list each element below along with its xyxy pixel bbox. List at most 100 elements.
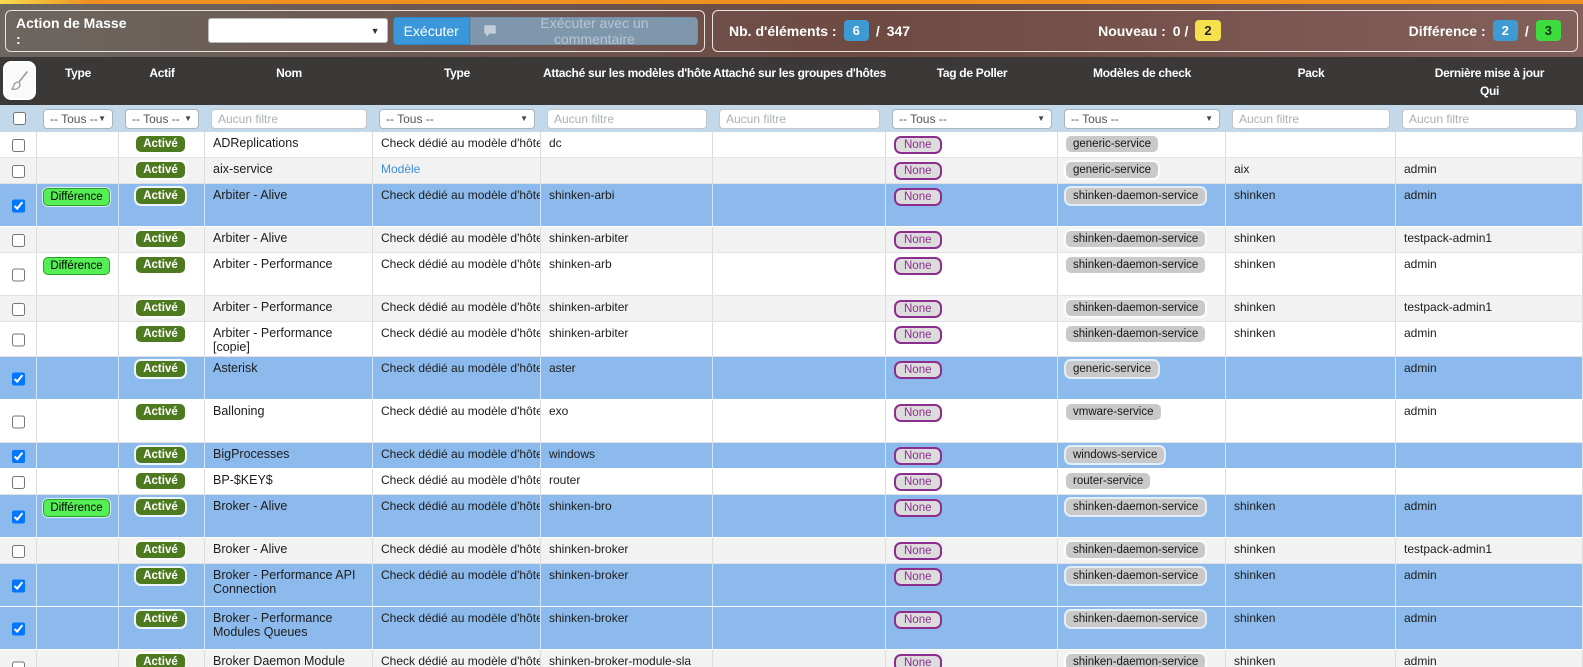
row-checkbox-cell [0,253,37,295]
qui: admin [1396,357,1583,399]
row-checkbox[interactable] [12,545,25,558]
row-checkbox[interactable] [12,450,25,463]
host-groups [713,469,886,494]
row-checkbox[interactable] [12,614,25,644]
filter-check-models-select[interactable]: -- Tous --▼ [1064,109,1220,129]
row-type-badge-cell: Différence [37,253,119,295]
check-model-badge: shinken-daemon-service [1066,326,1205,342]
row-type-badge-cell [37,132,119,157]
poller-tag-cell: None [886,443,1058,468]
filter-poller-tag-select[interactable]: -- Tous --▼ [892,109,1052,129]
check-model-badge: generic-service [1066,136,1158,152]
table-row[interactable]: Différence Activé Arbiter - Alive Check … [0,184,1583,227]
qui: admin [1396,650,1583,667]
row-checkbox[interactable] [12,571,25,601]
check-models-cell: generic-service [1058,158,1226,183]
comment-bubble-icon [483,24,497,38]
row-checkbox-cell [0,469,37,494]
filter-host-templates-input[interactable] [547,109,707,129]
row-checkbox[interactable] [12,139,25,152]
row-checkbox[interactable] [12,303,25,316]
table-row[interactable]: Activé Broker Daemon Module SLA Check dé… [0,650,1583,667]
poller-tag-badge: None [894,300,942,318]
service-name: Broker - Alive [205,538,373,563]
active-badge: Activé [136,231,185,247]
pack [1226,357,1396,399]
check-model-badge: router-service [1066,473,1150,489]
table-row[interactable]: Activé BP-$KEY$ Check dédié au modèle d'… [0,469,1583,495]
header-cell-actif: Actif [119,57,205,105]
row-checkbox[interactable] [12,407,25,437]
active-badge: Activé [136,300,185,316]
filter-type-badge-select[interactable]: -- Tous --▼ [43,109,113,129]
check-models-cell: shinken-daemon-service [1058,227,1226,252]
table-row[interactable]: Activé Broker - Performance API Connecti… [0,564,1583,607]
pack [1226,443,1396,468]
execute-button[interactable]: Exécuter [393,17,470,45]
poller-tag-cell: None [886,132,1058,157]
check-models-cell: shinken-daemon-service [1058,564,1226,606]
filter-nom-input[interactable] [211,109,367,129]
host-groups [713,158,886,183]
service-type: Check dédié au modèle d'hôte [373,322,541,356]
table-row[interactable]: Activé Broker - Alive Check dédié au mod… [0,538,1583,564]
check-model-badge: shinken-daemon-service [1066,300,1205,316]
mass-action-select[interactable]: ▼ [208,18,388,43]
check-model-badge: generic-service [1066,162,1158,178]
qui [1396,443,1583,468]
table-row[interactable]: Activé aix-service Modèle None generic-s… [0,158,1583,184]
active-badge: Activé [136,542,185,558]
filter-last-update-input[interactable] [1402,109,1577,129]
row-checkbox[interactable] [12,329,25,351]
chevron-down-icon: ▼ [184,114,192,123]
poller-tag-cell: None [886,650,1058,667]
qui: admin [1396,400,1583,442]
clear-selection-button[interactable] [3,61,36,100]
check-models-cell: shinken-daemon-service [1058,607,1226,649]
row-checkbox[interactable] [12,191,25,221]
filter-type-select[interactable]: -- Tous --▼ [379,109,535,129]
table-body: Activé ADReplications Check dédié au mod… [0,132,1583,667]
table-row[interactable]: Activé Arbiter - Performance Check dédié… [0,296,1583,322]
execute-with-comment-button[interactable]: Exécuter avec un commentaire [470,17,698,45]
row-checkbox[interactable] [12,234,25,247]
select-all-checkbox[interactable] [13,112,26,125]
filter-actif-select[interactable]: -- Tous --▼ [125,109,199,129]
row-checkbox[interactable] [12,657,25,667]
table-row[interactable]: Activé Arbiter - Alive Check dédié au mo… [0,227,1583,253]
table-row[interactable]: Différence Activé Broker - Alive Check d… [0,495,1583,538]
table-row[interactable]: Activé Broker - Performance Modules Queu… [0,607,1583,650]
qui: admin [1396,322,1583,356]
row-checkbox-cell [0,650,37,667]
table-row[interactable]: Activé BigProcesses Check dédié au modèl… [0,443,1583,469]
table-row[interactable]: Activé ADReplications Check dédié au mod… [0,132,1583,158]
table-row[interactable]: Différence Activé Arbiter - Performance … [0,253,1583,296]
check-model-badge: shinken-daemon-service [1066,654,1205,667]
table-row[interactable]: Activé Balloning Check dédié au modèle d… [0,400,1583,443]
row-type-badge-cell [37,296,119,321]
filter-pack-input[interactable] [1232,109,1390,129]
row-checkbox[interactable] [12,476,25,489]
poller-tag-cell: None [886,296,1058,321]
table-row[interactable]: Activé Asterisk Check dédié au modèle d'… [0,357,1583,400]
table-row[interactable]: Activé Arbiter - Performance [copie] Che… [0,322,1583,357]
row-actif-cell: Activé [119,132,205,157]
row-checkbox[interactable] [12,260,25,290]
difference-counter: Différence : 2 / 3 [1409,20,1561,41]
row-actif-cell: Activé [119,469,205,494]
check-model-badge: shinken-daemon-service [1066,257,1205,273]
row-checkbox[interactable] [12,165,25,178]
host-groups [713,495,886,537]
row-checkbox[interactable] [12,502,25,532]
filter-host-groups-input[interactable] [719,109,880,129]
service-name: Arbiter - Performance [205,253,373,295]
qui: admin [1396,495,1583,537]
poller-tag-cell: None [886,469,1058,494]
mass-action-label: Action de Masse : [16,15,128,47]
check-model-badge: generic-service [1066,361,1158,377]
difference-total-badge: 3 [1536,20,1561,41]
host-templates: aster [541,357,713,399]
service-type: Check dédié au modèle d'hôte [373,538,541,563]
chevron-down-icon: ▼ [371,26,380,36]
row-checkbox[interactable] [12,364,25,394]
